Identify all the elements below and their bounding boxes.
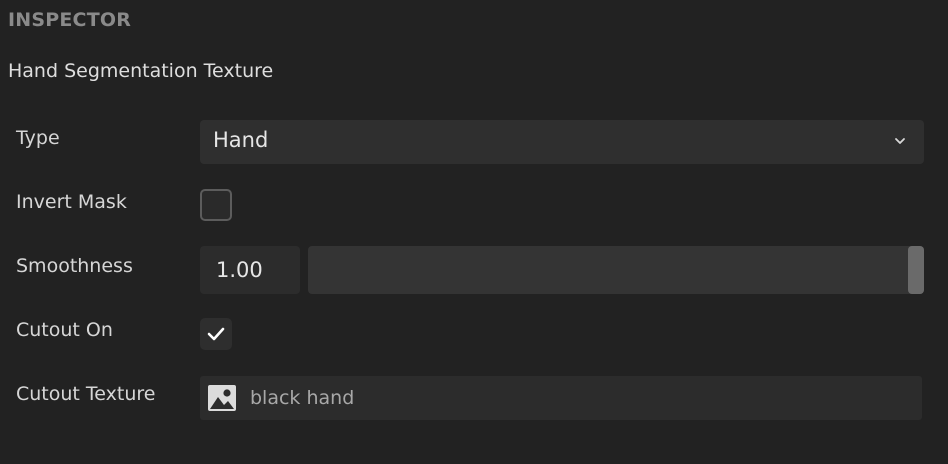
chevron-down-icon (895, 138, 905, 144)
cutout-texture-value: black hand (250, 387, 355, 409)
smoothness-slider[interactable] (308, 246, 924, 294)
invert-mask-label: Invert Mask (16, 191, 127, 213)
cutout-on-label: Cutout On (16, 319, 113, 341)
type-label: Type (16, 127, 60, 149)
invert-mask-checkbox[interactable] (200, 189, 232, 221)
smoothness-value: 1.00 (216, 258, 263, 282)
cutout-texture-field[interactable]: black hand (200, 376, 922, 420)
image-icon (208, 385, 236, 411)
smoothness-slider-handle[interactable] (908, 246, 924, 294)
cutout-texture-label: Cutout Texture (16, 383, 156, 405)
panel-header: INSPECTOR (8, 9, 132, 31)
inspector-panel: INSPECTOR Hand Segmentation Texture Type… (0, 0, 948, 464)
cutout-on-checkbox[interactable] (200, 318, 232, 350)
smoothness-label: Smoothness (16, 255, 133, 277)
type-dropdown-value: Hand (213, 128, 269, 152)
type-dropdown[interactable]: Hand (200, 120, 924, 164)
component-title: Hand Segmentation Texture (8, 60, 274, 82)
smoothness-input[interactable]: 1.00 (200, 246, 300, 294)
checkmark-icon (207, 327, 225, 341)
